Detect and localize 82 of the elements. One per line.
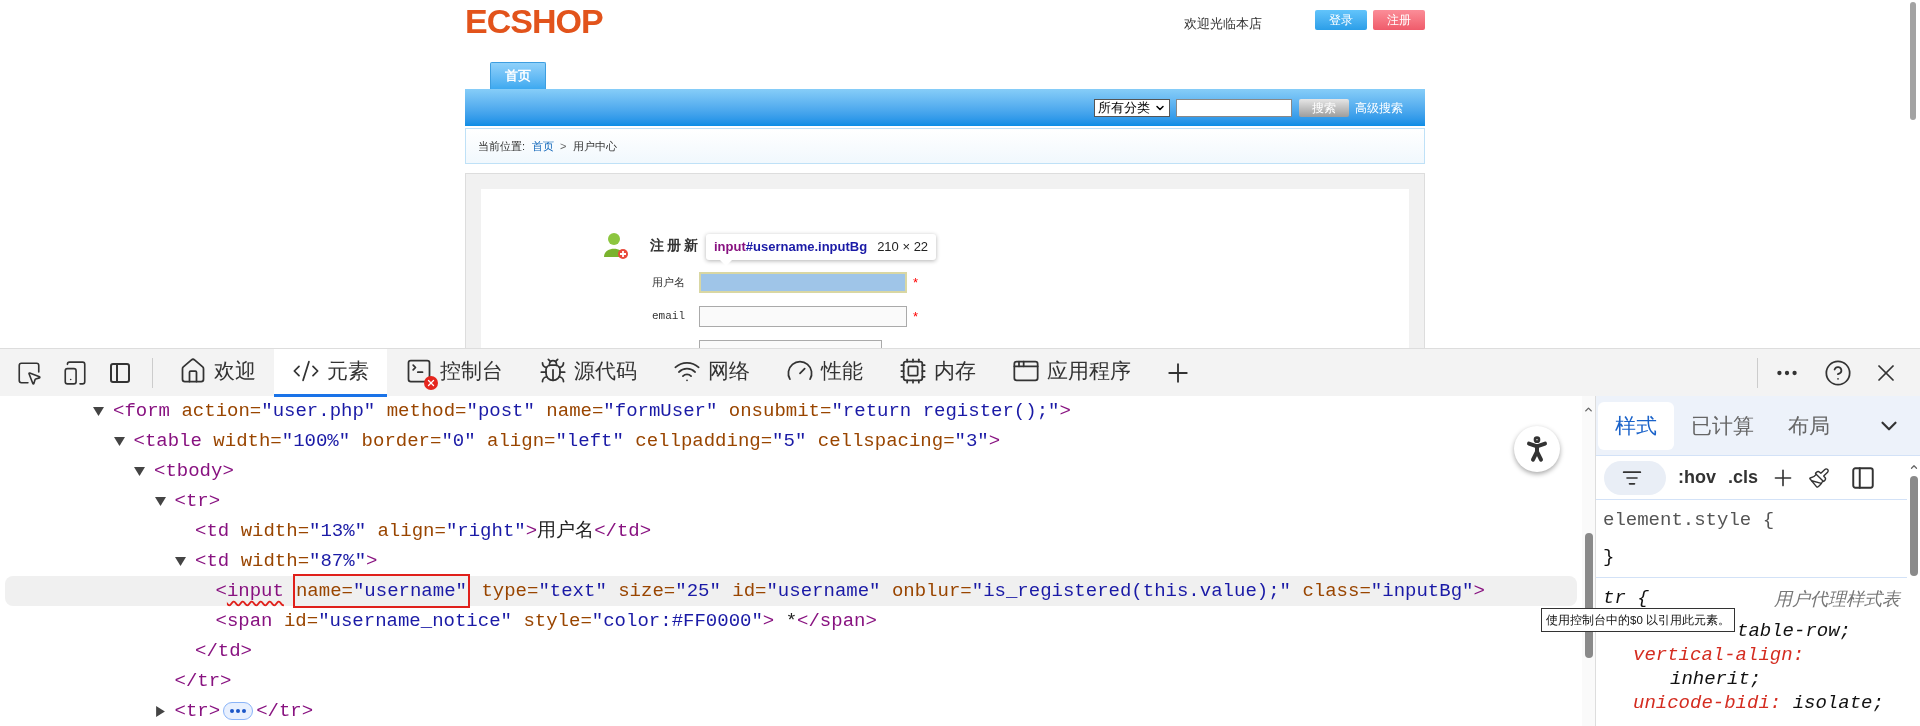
highlighted-attribute: name="username" bbox=[292, 574, 470, 608]
collapsed-triangle-icon[interactable] bbox=[154, 705, 166, 717]
logo[interactable]: ECSHOP bbox=[465, 4, 603, 38]
field-label: 用户名 bbox=[652, 275, 685, 291]
welcome-text: 欢迎光临本店 bbox=[1184, 15, 1262, 33]
input-field[interactable] bbox=[699, 306, 907, 327]
code-text: input bbox=[226, 578, 284, 604]
help-icon[interactable] bbox=[1824, 358, 1852, 387]
required-mark: * bbox=[913, 307, 919, 326]
breadcrumb-label: 当前位置: bbox=[478, 138, 526, 154]
code-line: </tr> bbox=[256, 698, 314, 724]
devtools-tab[interactable]: 源代码 bbox=[521, 348, 655, 397]
css-value: isolate; bbox=[1792, 691, 1884, 714]
panel-icon[interactable] bbox=[108, 360, 132, 385]
styles-tab[interactable]: 已计算 bbox=[1674, 401, 1771, 450]
chip-icon bbox=[899, 357, 927, 385]
user-add-icon bbox=[603, 231, 629, 260]
devtools-tab[interactable]: 性能 bbox=[768, 348, 881, 397]
input-field[interactable] bbox=[699, 272, 907, 293]
required-mark: * bbox=[913, 273, 919, 292]
css-selector: element.style { bbox=[1603, 508, 1775, 533]
css-value: table-row; bbox=[1737, 619, 1852, 642]
devtools-tab[interactable]: 内存 bbox=[881, 348, 994, 397]
css-selector: tr { bbox=[1603, 586, 1649, 611]
expanded-triangle-icon[interactable] bbox=[175, 555, 186, 567]
devtools-tab[interactable]: 控制台 bbox=[387, 348, 521, 397]
scroll-up-icon bbox=[1583, 404, 1594, 415]
selected-row[interactable]: <input name="username" type="text" size="25" id="username" onblur="is_registered(this.value);" class="inputBg"> bbox=[5, 576, 1577, 606]
paintbrush-icon[interactable] bbox=[1808, 466, 1831, 489]
bug-icon bbox=[539, 357, 567, 385]
devtools-tab[interactable]: 元素 bbox=[274, 348, 387, 397]
field-label: email bbox=[652, 309, 685, 325]
code-line: <tr> bbox=[174, 488, 221, 514]
css-value: inherit; bbox=[1670, 667, 1762, 690]
styles-tab[interactable]: 样式 bbox=[1598, 401, 1674, 450]
code-line: <table width="100%" border="0" align="left" cellpadding="5" cellspacing="3"> bbox=[133, 428, 1001, 454]
devtools-tab[interactable]: 应用程序 bbox=[994, 348, 1149, 397]
css-brace: } bbox=[1603, 544, 1616, 570]
code-line: <form action="user.php" method="post" name="formUser" onsubmit="return register();"> bbox=[113, 398, 1071, 424]
breadcrumb-current: 用户中心 bbox=[572, 138, 617, 154]
expanded-triangle-icon[interactable] bbox=[93, 405, 104, 417]
home-icon bbox=[179, 357, 207, 385]
code-line: <tbody> bbox=[154, 458, 234, 484]
form-heading: 注册新 bbox=[650, 236, 701, 255]
devtools-tab[interactable]: 欢迎 bbox=[161, 348, 274, 397]
element-selector: input#username.inputBg bbox=[714, 238, 868, 257]
scrollbar-thumb[interactable] bbox=[1910, 2, 1916, 120]
expanded-triangle-icon[interactable] bbox=[154, 495, 166, 507]
category-select[interactable]: 所有分类 bbox=[1094, 98, 1170, 117]
code-line: <span id="username_notice" style="color:#FF0000"> *</span> bbox=[215, 608, 877, 634]
hint-tooltip: 使用控制台中的$0 以引用此元素。 bbox=[1541, 608, 1735, 632]
code-text: type="text" size="25" id="username" onblur="is_registered(this.value);" class="inputBg"> bbox=[480, 578, 1485, 604]
code-line: <tr> bbox=[174, 698, 221, 724]
accessibility-button[interactable] bbox=[1514, 426, 1560, 472]
inspect-icon[interactable] bbox=[16, 359, 42, 386]
cls-button[interactable]: .cls bbox=[1728, 464, 1759, 491]
css-property: vertical-align: bbox=[1633, 643, 1805, 666]
scroll-up-icon bbox=[1908, 462, 1919, 472]
stylesheet-origin: 用户代理样式表 bbox=[1774, 586, 1900, 611]
hov-button[interactable]: :hov bbox=[1678, 464, 1716, 491]
element-size: 210 × 22 bbox=[877, 238, 929, 257]
code-line: </td> bbox=[195, 638, 252, 664]
ellipsis-icon bbox=[230, 709, 247, 713]
styles-tab[interactable]: 布局 bbox=[1771, 401, 1847, 450]
breadcrumb-link[interactable]: 首页 bbox=[532, 137, 555, 155]
devtools-tab[interactable]: 网络 bbox=[655, 348, 768, 397]
elements-scrollbar[interactable] bbox=[1582, 396, 1595, 726]
search-field[interactable] bbox=[1176, 98, 1292, 117]
expanded-triangle-icon[interactable] bbox=[134, 465, 145, 477]
device-icon[interactable] bbox=[62, 359, 88, 386]
terminal-icon bbox=[405, 357, 433, 385]
code-line: <td width="13%" align="right">用户名</td> bbox=[195, 518, 652, 544]
code-line: </tr> bbox=[174, 668, 232, 694]
ellipsis-button[interactable] bbox=[223, 702, 254, 720]
breadcrumb-separator: > bbox=[560, 138, 567, 154]
expanded-triangle-icon[interactable] bbox=[113, 435, 125, 447]
sidebar-toggle-icon[interactable] bbox=[1850, 464, 1877, 491]
css-property: unicode-bidi: bbox=[1633, 691, 1782, 714]
code-text: < bbox=[215, 578, 227, 604]
filter-field[interactable] bbox=[1604, 460, 1666, 495]
code-line: <td width="87%"> bbox=[195, 548, 378, 574]
scrollbar-thumb[interactable] bbox=[1909, 476, 1918, 576]
